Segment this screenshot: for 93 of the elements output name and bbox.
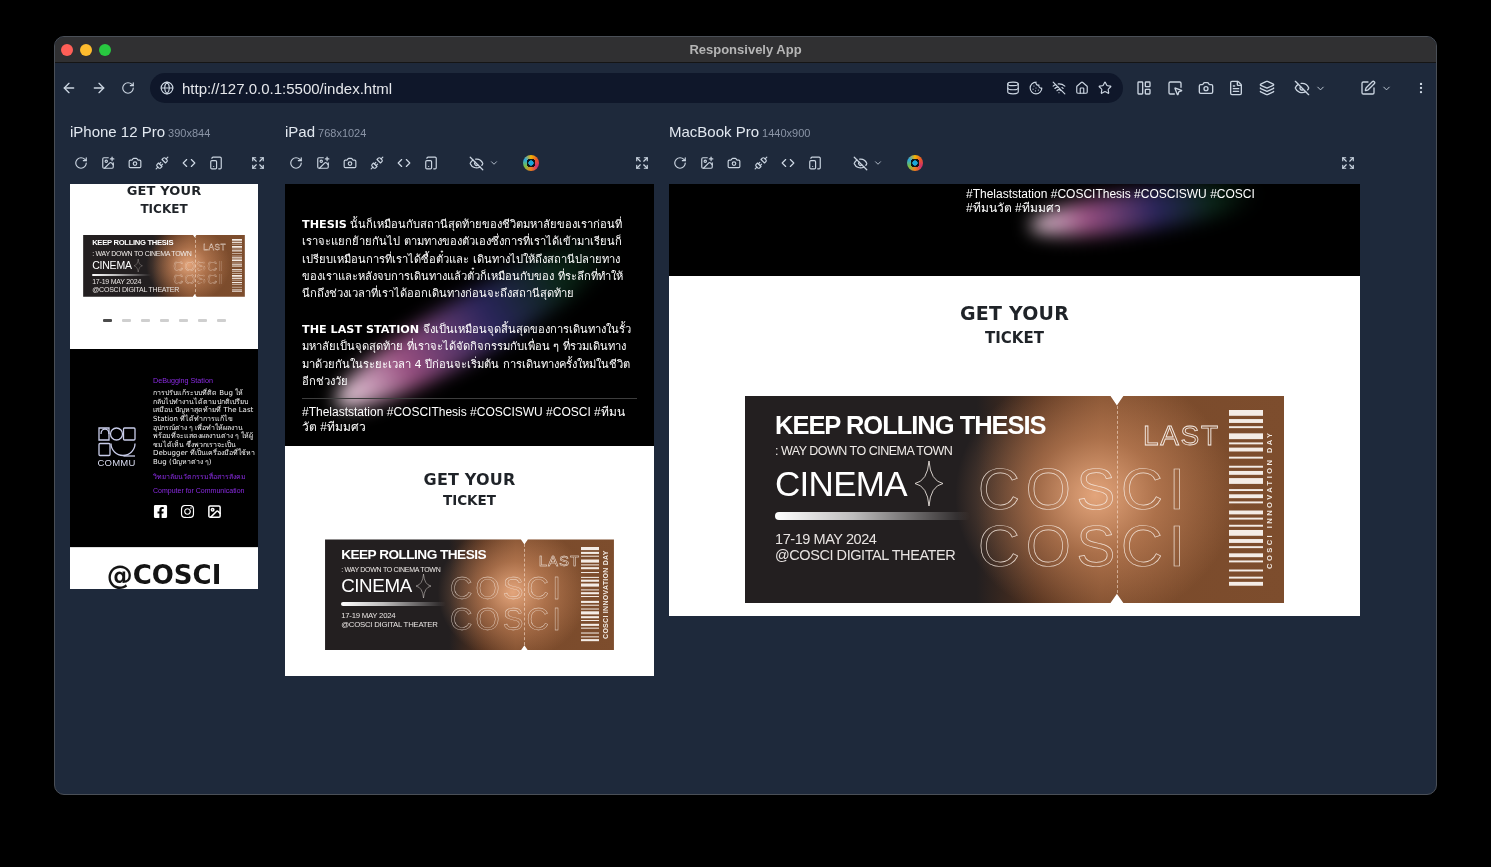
refresh-icon[interactable] [289,156,303,170]
wifi-off-icon[interactable] [1052,81,1066,95]
image-plus-icon[interactable] [316,156,330,170]
logo-text: COMMU [97,458,136,469]
camera-icon[interactable] [343,156,357,170]
plug-icon[interactable] [754,156,768,170]
device-name: iPad [285,122,316,142]
event-date: 17-19 MAY 2024 [775,530,877,548]
device-size: 390x844 [168,127,211,139]
database-icon[interactable] [1006,81,1020,95]
star-icon[interactable] [1098,81,1112,95]
image-plus-icon[interactable] [700,156,714,170]
barcode-icon [231,238,242,293]
section-subheading: TICKET [140,202,188,217]
eye-off-icon[interactable] [853,155,868,171]
globe-icon [160,81,174,95]
section-heading: GET YOUR [423,471,516,490]
plug-icon[interactable] [370,156,384,170]
ticket-title: KEEP ROLLING THESIS [341,547,487,564]
device-size: 768x1024 [318,127,367,139]
cursor-icon[interactable] [1167,80,1183,96]
picture-icon[interactable] [207,504,222,520]
ticket-word: CINEMA [341,577,412,596]
code-icon[interactable] [397,156,411,170]
ticket-title: KEEP ROLLING THESIS [775,411,1046,441]
fullscreen-icon[interactable] [1341,156,1355,170]
document-icon[interactable] [1228,80,1244,96]
camera-icon[interactable] [727,156,741,170]
device-name: iPhone 12 Pro [70,122,166,142]
device-name: MacBook Pro [669,122,760,142]
window-title: Responsively App [689,42,802,57]
story-paragraph: THESIS นั้นก็เหมือนกับสถานีสุดท้ายของชีวิตมหาลัยของเราก่อนที่เราจะแยกย้ายกันไป ตามทางของตัวเองซึ่งการที่เราได้เข้ามาเรียนก็เปรียบเหมือนการที่เราได้ซื้อตั๋วและ เดินทางไปให้ถึงสถานีปลายทางของเราและหลังจบการเดินทางแล้วตั๋วก็เหมือนกับของ ที่ระลึกที่ทำให้นึกถึงช่วงเวลาที่เราได้ออกเดินทางก่อนจะถึงสถานีสุดท้าย [302,216,624,303]
eye-off-icon[interactable] [1294,80,1310,96]
ticket-tagline: : WAY DOWN TO CINEMA TOWN [775,444,953,459]
fullscreen-icon[interactable] [635,156,649,170]
facebook-icon[interactable] [153,504,168,520]
fullscreen-icon[interactable] [251,156,265,170]
camera-icon[interactable] [128,156,142,170]
caret-icon[interactable] [873,158,883,168]
layers-icon[interactable] [1259,80,1275,96]
device-size: 1440x900 [762,127,811,139]
refresh-icon[interactable] [673,156,687,170]
image-plus-icon[interactable] [101,156,115,170]
barcode-icon [581,546,600,643]
home-icon[interactable] [1075,81,1089,95]
forward-icon[interactable] [91,80,107,96]
eye-off-icon[interactable] [469,155,484,171]
ticket-logo-text: LAST [1143,422,1220,451]
story-paragraph: THE LAST STATION จึงเป็นเหมือนจุดสิ้นสุดของการเดินทางในรั้วมหาลัยเป็นจุดสุดท้าย ที่เราจะได้จัดกิจกรรมกับเพื่อน ๆ ที่รวมเดินทางมาด้วยกันในระยะเวลา 4 ปีก่อนจะเริ่มต้น การเดินทางครั้งใหม่ในชีวิตอีกช่วงวัย [302,321,632,391]
devices-icon[interactable] [424,156,438,170]
code-icon[interactable] [182,156,196,170]
event-venue: @COSCI DIGITAL THEATER [775,547,956,564]
fade-bar-icon [341,601,446,606]
outline-text: COSCI [173,259,224,274]
devices-icon[interactable] [209,156,223,170]
back-icon[interactable] [61,80,77,96]
cookie-icon[interactable] [1029,81,1043,95]
address-bar[interactable]: http://127.0.0.1:5500/index.html [150,73,1123,103]
section-subheading: TICKET [985,329,1044,348]
layout-icon[interactable] [1136,80,1152,96]
color-ring-icon[interactable] [523,155,539,171]
camera-icon[interactable] [1198,80,1214,96]
minimize-button[interactable] [80,43,92,56]
ticket-logo-text: LAST [203,242,227,251]
instagram-icon[interactable] [180,504,195,520]
section-heading: GET YOUR [126,184,202,199]
color-ring-icon[interactable] [907,155,923,171]
fade-bar-icon [775,511,970,520]
ticket-word: CINEMA [775,465,907,501]
ticket-logo-text: LAST [538,553,580,569]
code-icon[interactable] [781,156,795,170]
section-subheading: TICKET [443,492,496,509]
url-field[interactable]: http://127.0.0.1:5500/index.html [182,78,1006,98]
handle-text: @COSCI [106,561,222,589]
zoom-button[interactable] [99,43,111,56]
carousel-indicator[interactable] [102,318,112,322]
devices-icon[interactable] [808,156,822,170]
close-button[interactable] [61,43,73,56]
fade-bar-icon [92,274,151,277]
hashtags-text: #Thelaststation #COSCIThesis #COSCISWU #COSCI #ทีมนวัต #ทีมมศว [966,187,1256,215]
sparkle-icon [134,258,143,273]
ticket-word: CINEMA [92,260,132,271]
refresh-icon[interactable] [121,81,135,95]
refresh-icon[interactable] [74,156,88,170]
plug-icon[interactable] [155,156,169,170]
logo-icon [97,427,136,458]
sparkle-icon [914,460,943,506]
section-heading: GET YOUR [960,303,1069,325]
sparkle-icon [416,574,432,599]
outline-text: COSCI [173,273,224,287]
hashtags-text: #Thelaststation #COSCIThesis #COSCISWU #COSCI #ทีมนวัต #ทีมมศว [302,405,626,435]
edit-icon[interactable] [1360,80,1376,96]
caret-icon[interactable] [489,158,499,168]
